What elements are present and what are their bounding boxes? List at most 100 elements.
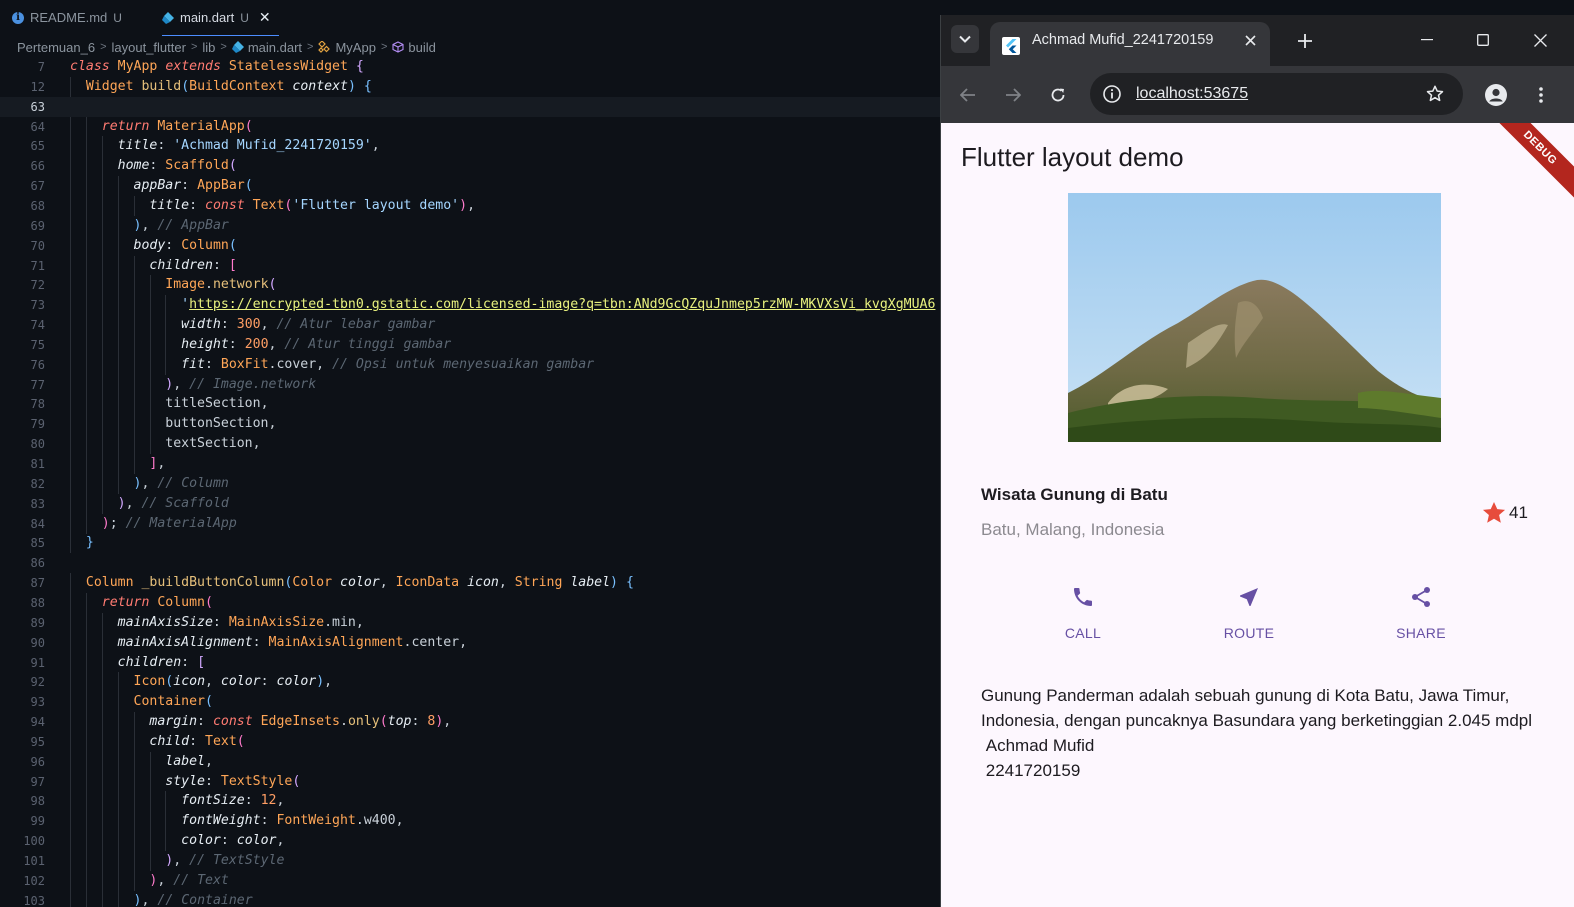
code-line[interactable]: 95 child: Text( [0,731,941,752]
code-line[interactable]: 79 buttonSection, [0,414,941,435]
code-line[interactable]: 75 height: 200, // Atur tinggi gambar [0,334,941,355]
code-line[interactable]: 70 body: Column( [0,235,941,256]
code-line[interactable]: 94 margin: const EdgeInsets.only(top: 8)… [0,712,941,733]
code-line[interactable]: 82 ), // Column [0,473,941,494]
code-text: width: 300, // Atur lebar gambar [181,317,436,333]
tab-readme[interactable]: i README.md U [12,0,122,35]
code-editor[interactable]: i README.md U main.dart U ✕ Pertemuan_6 … [0,0,941,907]
breadcrumb-item[interactable]: Pertemuan_6 [17,40,95,55]
line-number: 76 [30,357,45,372]
tab-main-dart[interactable]: main.dart U ✕ [162,0,279,36]
breadcrumb-item[interactable]: layout_flutter [112,40,186,55]
code-line[interactable]: 80 textSection, [0,434,941,455]
bookmark-star-icon[interactable] [1425,84,1445,104]
code-text: Icon(icon, color: color), [133,674,333,690]
code-text: height: 200, // Atur tinggi gambar [181,336,452,352]
profile-button[interactable] [1483,82,1509,108]
code-text: title: const Text('Flutter layout demo')… [149,197,476,213]
code-line[interactable]: 69 ), // AppBar [0,215,941,236]
code-line[interactable]: 97 style: TextStyle( [0,771,941,792]
code-line[interactable]: 63 [0,96,941,117]
code-line[interactable]: 102 ), // Text [0,870,941,891]
code-line[interactable]: 7 class MyApp extends StatelessWidget { [0,57,941,77]
new-tab-button[interactable] [1293,29,1317,53]
code-line[interactable]: 71 children: [ [0,255,941,276]
code-line[interactable]: 98 fontSize: 12, [0,791,941,812]
code-line[interactable]: 101 ), // TextStyle [0,851,941,871]
share-icon [1412,587,1430,607]
share-button[interactable]: SHARE [1361,583,1481,641]
code-line[interactable]: 88 return Column( [0,592,941,613]
forward-button[interactable] [1000,82,1026,108]
line-number: 79 [30,417,45,432]
method-cube-icon [392,41,404,53]
code-line[interactable]: 65 title: 'Achmad Mufid_2241720159', [0,136,941,157]
share-label: SHARE [1396,625,1446,641]
breadcrumb-item-class[interactable]: MyApp [318,40,376,55]
code-line[interactable]: 99 fontWeight: FontWeight.w400, [0,811,941,832]
line-number: 67 [30,179,45,194]
line-number: 85 [30,536,45,551]
tab-search-button[interactable] [951,25,979,53]
code-line[interactable]: 73 'https://encrypted-tbn0.gstatic.com/l… [0,295,941,316]
back-button[interactable] [955,82,981,108]
code-line[interactable]: 66 home: Scaffold( [0,156,941,177]
address-bar[interactable]: localhost:53675 [1090,73,1463,115]
code-line[interactable]: 92 Icon(icon, color: color), [0,672,941,693]
code-line[interactable]: 91 children: [ [0,652,941,673]
code-line[interactable]: 85 } [0,533,941,554]
menu-button[interactable] [1528,82,1554,108]
reload-icon [1051,88,1065,102]
code-line[interactable]: 103 ), // Container [0,890,941,907]
code-line[interactable]: 72 Image.network( [0,275,941,296]
code-line[interactable]: 93 Container( [0,692,941,713]
chevron-right-icon: > [190,41,198,53]
call-button[interactable]: CALL [1023,583,1143,641]
code-line[interactable]: 78 titleSection, [0,394,941,415]
code-line[interactable]: 100 color: color, [0,831,941,852]
code-line[interactable]: 86 [0,553,941,573]
code-line[interactable]: 12 Widget build(BuildContext context) { [0,76,941,97]
reload-button[interactable] [1045,82,1071,108]
code-line[interactable]: 81 ], [0,454,941,474]
code-text: return MaterialApp( [101,118,253,134]
site-info-icon[interactable] [1102,84,1122,104]
page-viewport[interactable]: Flutter layout demo DEBUG Wisata Gunung … [941,123,1574,907]
code-line[interactable]: 87 Column _buildButtonColumn(Color color… [0,573,941,594]
code-text: buttonSection, [165,416,277,432]
code-line[interactable]: 84 ); // MaterialApp [0,513,941,534]
breadcrumb-item-method[interactable]: build [392,40,436,55]
close-tab-icon[interactable] [1240,30,1260,50]
minimize-button[interactable] [1407,25,1447,55]
code-line[interactable]: 64 return MaterialApp( [0,116,941,137]
route-button[interactable]: ROUTE [1189,583,1309,641]
browser-tab[interactable]: Achmad Mufid_2241720159 [990,22,1270,66]
code-line[interactable]: 89 mainAxisSize: MainAxisSize.min, [0,612,941,633]
line-number: 88 [30,595,45,610]
code-line[interactable]: 76 fit: BoxFit.cover, // Opsi untuk meny… [0,354,941,375]
line-number: 103 [23,893,45,907]
code-line[interactable]: 67 appBar: AppBar( [0,176,941,197]
code-line[interactable]: 77 ), // Image.network [0,374,941,395]
line-number: 100 [23,834,45,849]
code-line[interactable]: 96 label, [0,751,941,772]
chevron-down-icon [959,35,971,43]
code-text: ), // Container [133,892,253,907]
code-line[interactable]: 83 ), // Scaffold [0,493,941,514]
line-number: 65 [30,139,45,154]
tab-label: README.md [30,10,108,25]
close-icon[interactable]: ✕ [259,9,271,26]
code-line[interactable]: 68 title: const Text('Flutter layout dem… [0,195,941,216]
breadcrumb-item[interactable]: lib [202,40,215,55]
line-number: 83 [30,496,45,511]
line-number: 7 [37,60,45,74]
code-text: body: Column( [133,237,237,253]
line-number: 74 [30,318,45,333]
line-number: 69 [30,218,45,233]
code-line[interactable]: 74 width: 300, // Atur lebar gambar [0,315,941,336]
breadcrumb-item-file[interactable]: main.dart [231,40,302,55]
chevron-right-icon: > [380,41,388,53]
close-window-button[interactable] [1520,25,1560,55]
maximize-button[interactable] [1463,25,1503,55]
code-line[interactable]: 90 mainAxisAlignment: MainAxisAlignment.… [0,632,941,653]
